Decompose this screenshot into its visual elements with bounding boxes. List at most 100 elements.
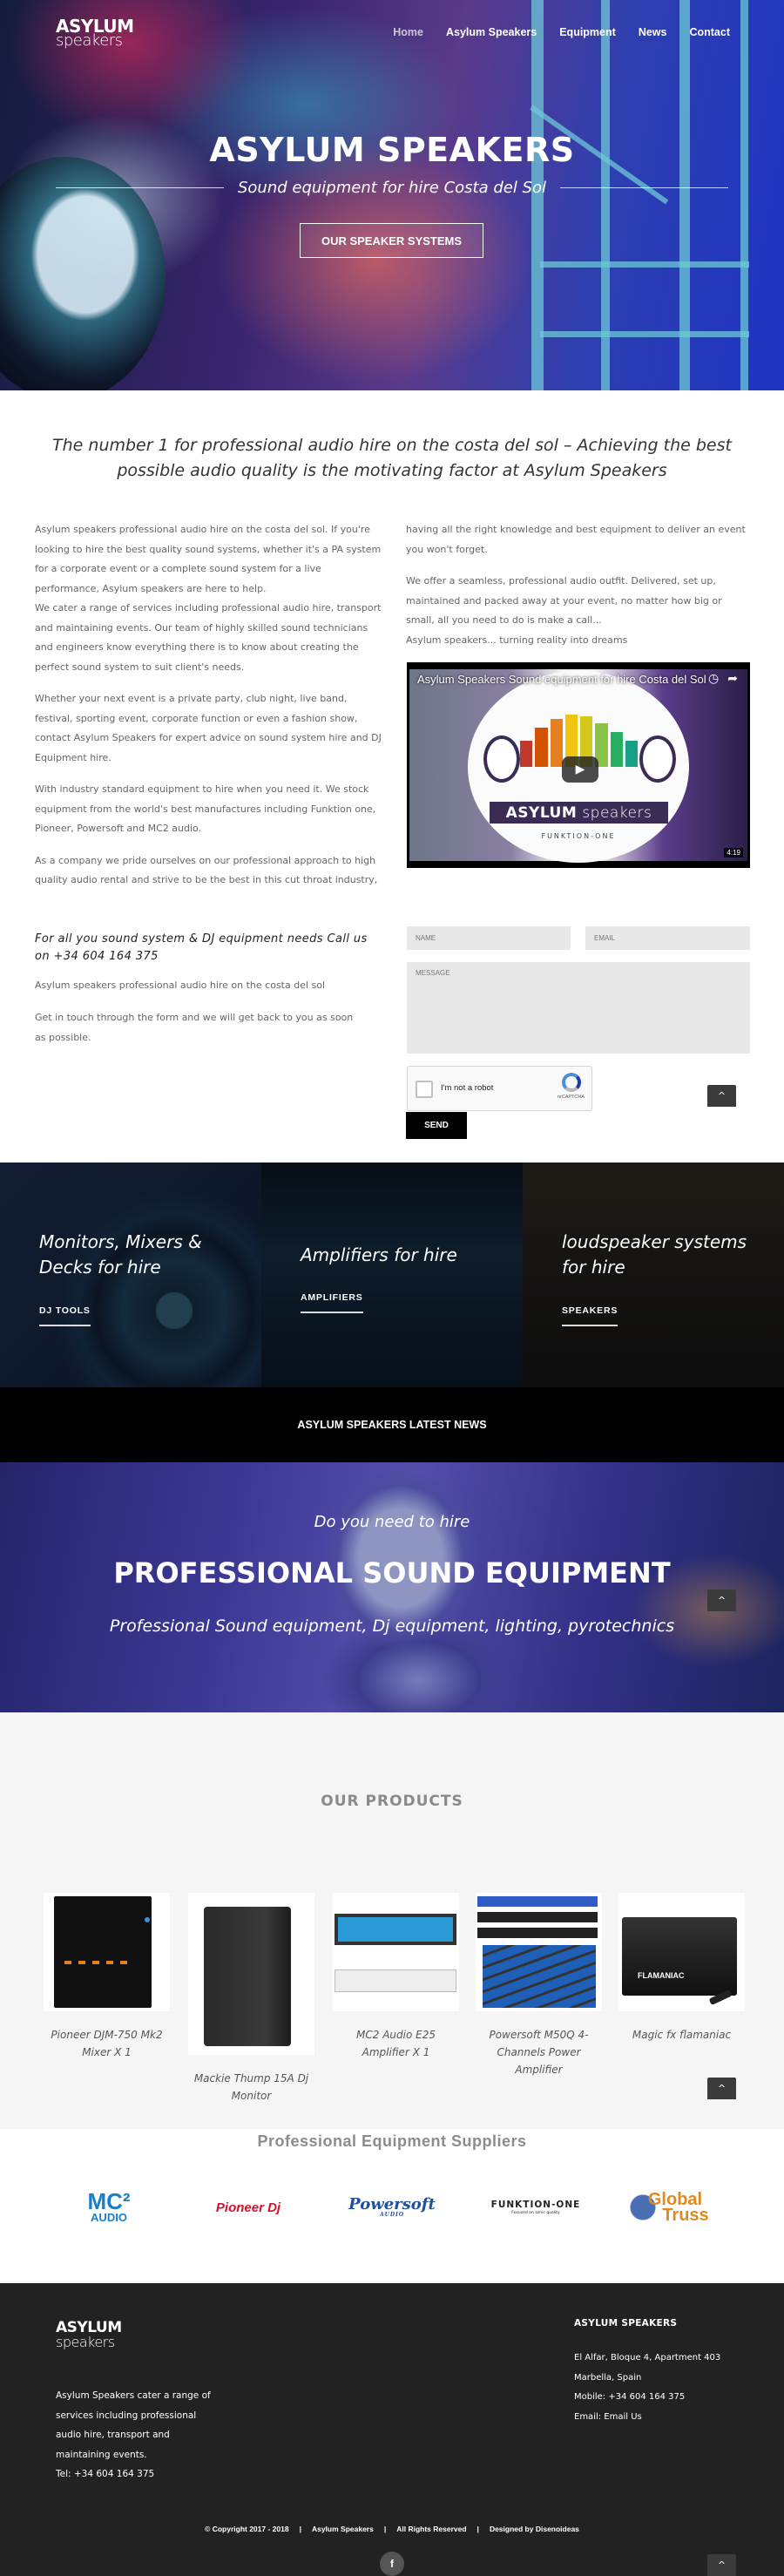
chevron-up-icon: ^	[717, 2083, 727, 2094]
product-image[interactable]	[44, 1893, 170, 2011]
hero-section: ASYLUM speakers Home Asylum Speakers Equ…	[0, 0, 784, 390]
chevron-up-icon: ^	[717, 2559, 727, 2571]
supplier-logo-mc2[interactable]: MC² AUDIO	[70, 2187, 148, 2227]
products-section: OUR PRODUCTS Pioneer DJM-750 Mk2 Mixer X…	[0, 1712, 784, 2129]
product-image[interactable]	[333, 1893, 459, 2011]
footer-about: Asylum Speakers cater a range of service…	[56, 2386, 221, 2484]
promo-tagline: Professional Sound equipment, Dj equipme…	[109, 1617, 675, 1636]
product-name[interactable]: Pioneer DJM-750 Mk2 Mixer X 1	[44, 2026, 170, 2061]
product-card[interactable]: Powersoft M50Q 4-Channels Power Amplifie…	[476, 1893, 602, 2078]
footer-logo[interactable]: ASYLUM speakers	[56, 2321, 122, 2349]
supplier-logo-global-truss[interactable]: Global Truss	[627, 2187, 723, 2227]
promo-intro: Do you need to hire	[314, 1513, 470, 1531]
latest-news-heading[interactable]: ASYLUM SPEAKERS LATEST NEWS	[297, 1419, 486, 1431]
top-nav: ASYLUM speakers Home Asylum Speakers Equ…	[0, 0, 784, 70]
speaker-graphic	[639, 736, 676, 783]
designer-link[interactable]: Designed by Disenoideas	[490, 2525, 579, 2533]
footer-contact-heading: ASYLUM SPEAKERS	[574, 2318, 678, 2329]
scroll-to-top-button[interactable]: ^	[707, 1590, 736, 1611]
category-tiles: Monitors, Mixers & Decks for hire DJ TOO…	[0, 1163, 784, 1387]
supplier-logo-pioneer-dj[interactable]: Pioneer Dj	[192, 2187, 305, 2227]
hero-subtitle-row: Sound equipment for hire Costa del Sol	[56, 179, 729, 197]
video-banner: ASYLUM speakers	[490, 802, 668, 824]
latest-news-bar: ASYLUM SPEAKERS LATEST NEWS	[0, 1387, 784, 1462]
nav-asylum-speakers[interactable]: Asylum Speakers	[446, 26, 537, 38]
footer-address-line: El Alfar, Bloque 4, Apartment 403	[574, 2353, 721, 2362]
divider-left	[56, 187, 224, 188]
nav-home[interactable]: Home	[393, 26, 423, 38]
suppliers-title: Professional Equipment Suppliers	[257, 2132, 527, 2150]
dj-tools-link[interactable]: DJ TOOLS	[39, 1305, 91, 1326]
clock-icon[interactable]: ◷	[708, 672, 719, 686]
chevron-up-icon: ^	[717, 1595, 727, 1606]
category-title: loudspeaker systems for hire	[562, 1231, 747, 1278]
scroll-to-top-button[interactable]: ^	[707, 1085, 736, 1107]
category-title: Monitors, Mixers & Decks for hire	[39, 1231, 202, 1278]
product-card[interactable]: MC2 Audio E25 Amplifier X 1	[333, 1893, 459, 2061]
funktion-one-label: FUNKTION-ONE	[541, 832, 616, 840]
footer-address-line: Marbella, Spain	[574, 2372, 642, 2383]
intro-paragraph: As a company we pride ourselves on our p…	[35, 854, 378, 886]
speaker-graphic	[483, 736, 520, 783]
recaptcha-label: I'm not a robot	[441, 1083, 494, 1093]
play-icon[interactable]: ▶	[562, 756, 598, 783]
nav-news[interactable]: News	[639, 26, 667, 38]
recaptcha-checkbox[interactable]	[416, 1081, 433, 1098]
site-logo[interactable]: ASYLUM speakers	[56, 17, 134, 49]
footer-mobile: Mobile: +34 604 164 375	[574, 2392, 686, 2402]
category-speakers: loudspeaker systems for hire SPEAKERS	[523, 1163, 784, 1387]
intro-heading: The number 1 for professional audio hire…	[52, 436, 732, 480]
youtube-video-embed[interactable]: Asylum Speakers Sound equipment for hire…	[407, 662, 750, 868]
supplier-logo-funktion-one[interactable]: FUNKTION-ONE Focused on sonic quality	[479, 2187, 592, 2227]
recaptcha-brand: reCAPTCHA	[557, 1095, 585, 1100]
name-field[interactable]	[407, 926, 571, 950]
intro-left-column: Asylum speakers professional audio hire …	[35, 520, 383, 903]
intro-paragraph: having all the right knowledge and best …	[406, 524, 746, 555]
video-title[interactable]: Asylum Speakers Sound equipment for hire…	[417, 673, 706, 686]
product-card[interactable]: Pioneer DJM-750 Mk2 Mixer X 1	[44, 1893, 170, 2061]
scroll-to-top-button[interactable]: ^	[707, 2078, 736, 2099]
copyright-bar: © Copyright 2017 - 2018 | Asylum Speakers |…	[205, 2525, 579, 2533]
product-image[interactable]	[188, 1893, 314, 2055]
main-menu: Home Asylum Speakers Equipment News Cont…	[393, 26, 730, 38]
product-name[interactable]: Magic fx flamaniac	[618, 2026, 745, 2044]
share-icon[interactable]: ➦	[727, 672, 738, 686]
message-field[interactable]	[407, 962, 750, 1054]
recaptcha-widget: I'm not a robot reCAPTCHA	[407, 1066, 592, 1111]
facebook-icon[interactable]: f	[380, 2552, 404, 2576]
speakers-link[interactable]: SPEAKERS	[562, 1305, 618, 1326]
supplier-logo-powersoft[interactable]: Powersoft AUDIO	[335, 2187, 449, 2227]
speaker-systems-button[interactable]: OUR SPEAKER SYSTEMS	[300, 223, 483, 258]
intro-paragraph: Asylum speakers professional audio hire …	[35, 524, 382, 673]
chevron-up-icon: ^	[717, 1090, 727, 1102]
products-title: OUR PRODUCTS	[321, 1793, 463, 1810]
product-card[interactable]: FLAMANIAC Magic fx flamaniac	[618, 1893, 745, 2044]
call-us-heading: For all you sound system & DJ equipment …	[35, 932, 368, 963]
recaptcha-logo-icon	[562, 1073, 581, 1092]
video-duration: 4:19	[724, 848, 743, 858]
footer-contact-details: El Alfar, Bloque 4, Apartment 403 Marbel…	[574, 2349, 720, 2427]
send-button[interactable]: SEND	[406, 1112, 467, 1139]
intro-paragraph: We offer a seamless, professional audio …	[406, 575, 722, 646]
nav-equipment[interactable]: Equipment	[559, 26, 616, 38]
scroll-to-top-button[interactable]: ^	[707, 2554, 736, 2576]
hero-title: ASYLUM SPEAKERS	[209, 131, 575, 169]
promo-headline: PROFESSIONAL SOUND EQUIPMENT	[113, 1556, 671, 1590]
product-name[interactable]: MC2 Audio E25 Amplifier X 1	[333, 2026, 459, 2061]
product-image[interactable]	[476, 1893, 602, 2011]
contact-instructions: Get in touch through the form and we wil…	[35, 1012, 354, 1043]
divider-right	[560, 187, 729, 188]
product-name[interactable]: Powersoft M50Q 4-Channels Power Amplifie…	[476, 2026, 602, 2078]
email-field[interactable]	[585, 926, 750, 950]
intro-paragraph: With industry standard equipment to hire…	[35, 783, 376, 834]
promo-banner: Do you need to hire PROFESSIONAL SOUND E…	[0, 1462, 784, 1712]
nav-contact[interactable]: Contact	[689, 26, 730, 38]
product-name[interactable]: Mackie Thump 15A Dj Monitor	[188, 2070, 314, 2105]
category-dj-tools: Monitors, Mixers & Decks for hire DJ TOO…	[0, 1163, 261, 1387]
product-image[interactable]: FLAMANIAC	[618, 1893, 745, 2011]
intro-paragraph: Whether your next event is a private par…	[35, 693, 382, 763]
footer-email-link[interactable]: Email: Email Us	[574, 2412, 642, 2422]
product-card[interactable]: Mackie Thump 15A Dj Monitor	[188, 1893, 314, 2105]
amplifiers-link[interactable]: AMPLIFIERS	[301, 1292, 363, 1313]
hero-subtitle: Sound equipment for hire Costa del Sol	[237, 179, 547, 197]
